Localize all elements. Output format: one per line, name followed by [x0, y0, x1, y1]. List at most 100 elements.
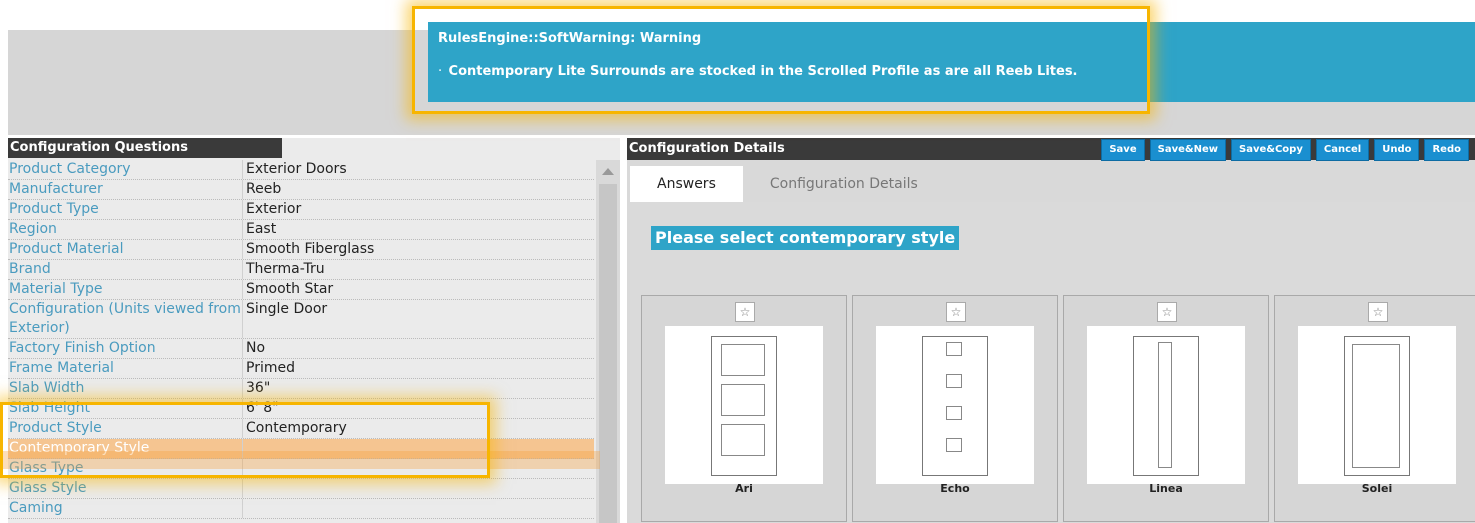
question-answer[interactable]: 36" [243, 379, 594, 398]
question-label: Slab Width [8, 379, 243, 398]
question-answer[interactable]: Therma-Tru [243, 260, 594, 279]
favorite-star-icon[interactable]: ☆ [1368, 302, 1388, 322]
question-label: Slab Height [8, 399, 243, 418]
question-answer[interactable]: Single Door [243, 300, 594, 338]
tab-configuration-details[interactable]: Configuration Details [743, 166, 945, 202]
details-header-bar: Configuration Details Save Save&New Save… [627, 138, 1475, 161]
question-answer[interactable] [243, 439, 594, 458]
question-row[interactable]: Manufacturer Reeb [8, 180, 594, 200]
redo-button[interactable]: Redo [1424, 139, 1469, 161]
save-button[interactable]: Save [1101, 139, 1145, 161]
door-lite [721, 384, 765, 416]
question-label: Factory Finish Option [8, 339, 243, 358]
scroll-up-arrow-icon[interactable] [602, 168, 614, 175]
question-row[interactable]: Slab Width 36" [8, 379, 594, 399]
save-new-button[interactable]: Save&New [1149, 139, 1226, 161]
question-answer[interactable]: Contemporary [243, 419, 594, 438]
questions-table: Product Category Exterior Doors Manufactur… [8, 160, 594, 519]
door-image-echo[interactable] [876, 326, 1034, 484]
question-answer[interactable]: 6' 8" [243, 399, 594, 418]
soft-warning-banner: RulesEngine::SoftWarning: Warning · Cont… [428, 22, 1475, 102]
door-lite [946, 342, 962, 356]
warning-message-line: · Contemporary Lite Surrounds are stocke… [438, 64, 1078, 79]
option-name: Linea [1149, 482, 1183, 495]
question-label: Glass Type [8, 459, 243, 478]
question-label: Configuration (Units viewed from Exterio… [8, 300, 243, 338]
warning-message: Contemporary Lite Surrounds are stocked … [448, 64, 1078, 79]
door-image-solei[interactable] [1298, 326, 1456, 484]
question-answer[interactable]: Reeb [243, 180, 594, 199]
option-name: Echo [940, 482, 970, 495]
favorite-star-icon[interactable]: ☆ [735, 302, 755, 322]
question-label: Product Category [8, 160, 243, 179]
question-row[interactable]: Brand Therma-Tru [8, 260, 594, 280]
door-lite [946, 406, 962, 420]
toolbar: Save Save&New Save&Copy Cancel Undo Redo [1101, 139, 1469, 161]
question-label: Manufacturer [8, 180, 243, 199]
favorite-star-icon[interactable]: ☆ [1157, 302, 1177, 322]
scroll-thumb[interactable] [599, 184, 617, 523]
question-label: Glass Style [8, 479, 243, 498]
question-answer[interactable]: East [243, 220, 594, 239]
save-copy-button[interactable]: Save&Copy [1231, 139, 1311, 161]
door-image-ari[interactable] [665, 326, 823, 484]
question-prompt: Please select contemporary style [651, 226, 960, 250]
favorite-star-icon[interactable]: ☆ [946, 302, 966, 322]
question-row[interactable]: Glass Type [8, 459, 594, 479]
question-row[interactable]: Region East [8, 220, 594, 240]
question-label: Product Style [8, 419, 243, 438]
question-answer[interactable]: Exterior Doors [243, 160, 594, 179]
question-row[interactable]: Product Category Exterior Doors [8, 160, 594, 180]
question-row[interactable]: Slab Height 6' 8" [8, 399, 594, 419]
tab-answers[interactable]: Answers [630, 166, 743, 202]
question-label: Material Type [8, 280, 243, 299]
door-lite [1352, 344, 1400, 468]
option-name: Ari [735, 482, 753, 495]
answers-content: Please select contemporary style ☆ Ari ☆ [630, 202, 1475, 523]
warning-title: RulesEngine::SoftWarning: Warning [438, 31, 702, 46]
question-row[interactable]: Configuration (Units viewed from Exterio… [8, 300, 594, 339]
question-answer[interactable]: Smooth Star [243, 280, 594, 299]
question-answer[interactable] [243, 459, 594, 478]
door-lite [721, 344, 765, 376]
details-header: Configuration Details [629, 141, 785, 156]
option-card-echo[interactable]: ☆ Echo [852, 295, 1058, 522]
question-answer[interactable]: Exterior [243, 200, 594, 219]
question-row[interactable]: Caming [8, 499, 594, 519]
question-label: Product Material [8, 240, 243, 259]
door-image-linea[interactable] [1087, 326, 1245, 484]
question-row[interactable]: Product Style Contemporary [8, 419, 594, 439]
door-lite [946, 438, 962, 452]
configuration-details-panel: Configuration Details Save Save&New Save… [627, 138, 1475, 523]
bullet-icon: · [438, 64, 443, 79]
option-card-linea[interactable]: ☆ Linea [1063, 295, 1269, 522]
cancel-button[interactable]: Cancel [1315, 139, 1370, 161]
question-label: Product Type [8, 200, 243, 219]
question-label: Contemporary Style [8, 439, 243, 458]
question-label: Caming [8, 499, 243, 518]
door-lite [721, 424, 765, 456]
question-row[interactable]: Contemporary Style [8, 439, 594, 459]
question-answer[interactable]: Primed [243, 359, 594, 378]
question-answer[interactable] [243, 499, 594, 518]
question-row[interactable]: Frame Material Primed [8, 359, 594, 379]
question-answer[interactable]: No [243, 339, 594, 358]
question-row[interactable]: Glass Style [8, 479, 594, 499]
questions-scrollbar[interactable] [596, 160, 620, 523]
question-label: Region [8, 220, 243, 239]
question-row[interactable]: Product Type Exterior [8, 200, 594, 220]
option-card-ari[interactable]: ☆ Ari [641, 295, 847, 522]
door-lite [1158, 342, 1172, 468]
question-row[interactable]: Material Type Smooth Star [8, 280, 594, 300]
undo-button[interactable]: Undo [1374, 139, 1420, 161]
door-lite [946, 374, 962, 388]
option-name: Solei [1361, 482, 1393, 495]
question-row[interactable]: Product Material Smooth Fiberglass [8, 240, 594, 260]
question-answer[interactable]: Smooth Fiberglass [243, 240, 594, 259]
question-answer[interactable] [243, 479, 594, 498]
option-card-solei[interactable]: ☆ Solei [1274, 295, 1475, 522]
question-label: Frame Material [8, 359, 243, 378]
configuration-questions-panel: Configuration Questions Product Category… [8, 138, 620, 523]
question-row[interactable]: Factory Finish Option No [8, 339, 594, 359]
questions-header: Configuration Questions [8, 138, 282, 158]
